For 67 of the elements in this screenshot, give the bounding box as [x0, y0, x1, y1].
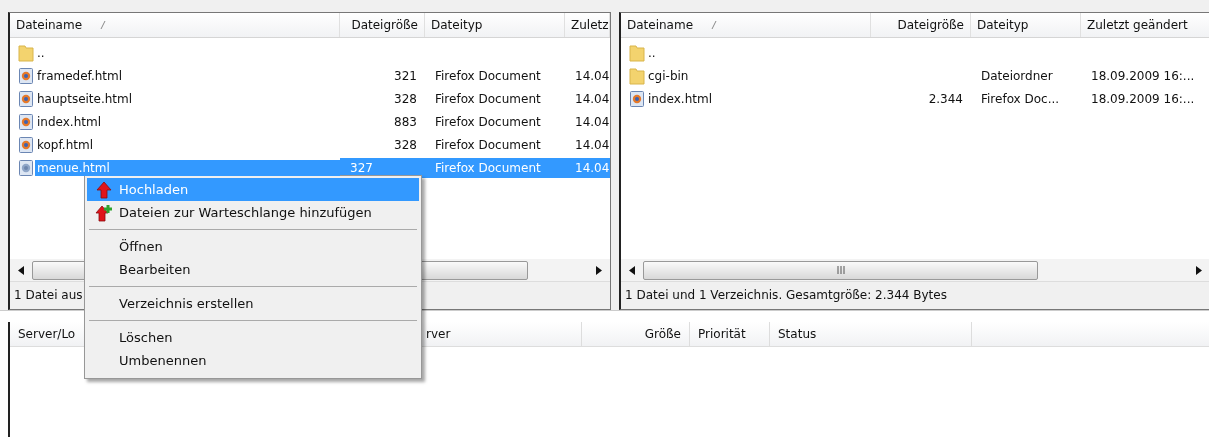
folder-icon — [629, 43, 645, 62]
menu-item[interactable]: Verzeichnis erstellen — [87, 292, 419, 315]
html-file-icon — [18, 112, 34, 131]
file-name[interactable]: index.html — [646, 90, 714, 107]
column-header[interactable]: Dateityp — [971, 13, 1081, 37]
scrollbar-thumb[interactable] — [643, 260, 1038, 280]
table-cell-text: Dateiordner — [980, 67, 1054, 84]
table-cell-text: 18.09.2009 16:... — [1090, 67, 1196, 84]
html-file-icon — [18, 89, 34, 108]
column-header[interactable]: Dateityp — [425, 13, 565, 37]
table-cell-text: 14.04 — [574, 67, 611, 84]
table-cell-text: 328 — [393, 136, 418, 153]
table-cell-text: 883 — [393, 113, 418, 130]
table-cell-text: Firefox Document — [434, 67, 542, 84]
folder-icon — [629, 66, 645, 85]
horizontal-scrollbar[interactable] — [621, 259, 1209, 281]
sort-indicator-icon — [100, 21, 106, 29]
table-cell-text: 14.04 — [574, 136, 611, 153]
file-name[interactable]: .. — [35, 44, 47, 61]
html-file-icon — [18, 66, 34, 85]
status-text: 1 Datei und 1 Verzeichnis. Gesamtgröße: 2.344 Bytes — [625, 288, 947, 302]
scroll-right-icon[interactable] — [1196, 265, 1202, 275]
file-name[interactable]: cgi-bin — [646, 67, 691, 84]
grip-icon — [836, 266, 845, 274]
table-cell-text: 14.04 — [574, 113, 611, 130]
column-header[interactable]: Priorität — [690, 322, 770, 346]
table-cell-text: 14.04 — [574, 159, 611, 176]
table-cell-text: Firefox Document — [434, 159, 542, 176]
scroll-right-icon[interactable] — [596, 265, 602, 275]
scroll-left-icon[interactable] — [18, 265, 24, 275]
column-header[interactable]: Größe — [582, 322, 690, 346]
table-cell-text: 2.344 — [927, 90, 964, 107]
table-cell-text: 14.04 — [574, 90, 611, 107]
table-cell-text: Firefox Document — [434, 113, 542, 130]
file-name[interactable]: hauptseite.html — [35, 90, 135, 107]
up-arrow-icon — [96, 180, 112, 199]
file-name[interactable]: index.html — [35, 113, 103, 130]
menu-item[interactable]: Bearbeiten — [87, 258, 419, 281]
file-name[interactable]: framedef.html — [35, 67, 125, 84]
sort-indicator-icon — [711, 21, 717, 29]
menu-item[interactable]: Umbenennen — [87, 349, 419, 372]
html-file-icon — [18, 158, 34, 177]
column-header[interactable]: Dateigröße — [340, 13, 425, 37]
html-file-icon — [18, 135, 34, 154]
menu-item[interactable]: Löschen — [87, 326, 419, 349]
table-cell-text: 18.09.2009 16:... — [1090, 90, 1196, 107]
table-cell-text: 327 — [349, 159, 374, 176]
file-name[interactable]: .. — [646, 44, 658, 61]
menu-item[interactable]: Dateien zur Warteschlange hinzufügen — [87, 201, 419, 224]
table-cell-text: 321 — [393, 67, 418, 84]
file-name[interactable]: kopf.html — [35, 136, 95, 153]
table-cell-text: Firefox Document — [434, 136, 542, 153]
table-cell-text: Firefox Doc... — [980, 90, 1061, 107]
column-header[interactable]: Zuletzt geändert — [1081, 13, 1209, 37]
status-text: 1 Datei aus — [14, 288, 83, 302]
column-header[interactable]: Zuletz — [565, 13, 610, 37]
table-cell-text: 328 — [393, 90, 418, 107]
column-header[interactable]: Status — [770, 322, 972, 346]
up-arrow-plus-icon — [95, 203, 113, 222]
scroll-left-icon[interactable] — [629, 265, 635, 275]
html-file-icon — [629, 89, 645, 108]
folder-icon — [18, 43, 34, 62]
table-cell-text: Firefox Document — [434, 90, 542, 107]
column-header[interactable]: Dateiname — [621, 13, 871, 37]
menu-item[interactable]: Öffnen — [87, 235, 419, 258]
column-header[interactable]: Dateiname — [10, 13, 340, 37]
column-header[interactable]: Dateigröße — [871, 13, 971, 37]
